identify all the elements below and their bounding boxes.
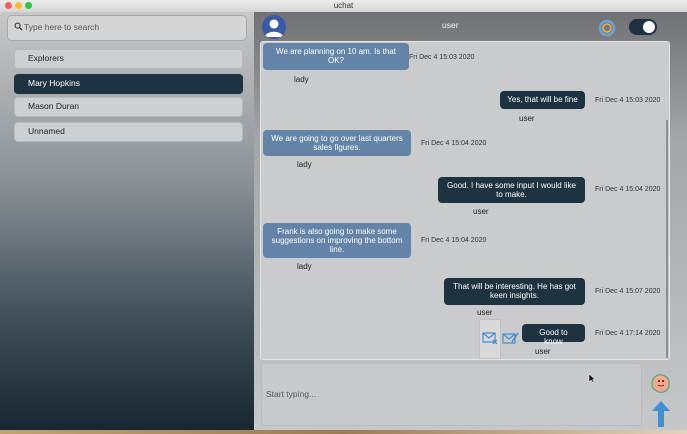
theme-toggle[interactable] [629, 19, 657, 35]
message-sender: lady [297, 160, 312, 169]
message-bubble-incoming: Frank is also going to make some suggest… [263, 223, 411, 258]
search-input[interactable]: Type here to search [7, 15, 247, 41]
search-icon [14, 22, 23, 31]
message-scrollbar[interactable] [666, 120, 668, 358]
app-window: uchat Type here to search Explorers Mary… [0, 0, 687, 434]
message-sender: user [473, 207, 489, 216]
emoji-icon[interactable] [649, 372, 671, 394]
message-input[interactable]: Start typing... [261, 363, 642, 426]
mail-error-icon[interactable] [482, 331, 498, 345]
message-bubble-outgoing: That will be interesting. He has got kee… [444, 278, 585, 305]
window-title: uchat [333, 1, 354, 10]
refresh-icon[interactable] [597, 18, 617, 38]
message-timestamp: Fri Dec 4 15:07 2020 [595, 288, 661, 295]
message-bubble-outgoing: Good to know [522, 324, 585, 346]
message-list[interactable]: We are planning on 10 am. Is that OK? Fr… [260, 41, 670, 360]
message-timestamp: Fri Dec 4 17:14 2020 [595, 330, 661, 337]
message-timestamp: Fri Dec 4 15:04 2020 [421, 140, 487, 147]
send-arrow-icon[interactable] [651, 400, 671, 428]
toggle-knob [643, 21, 655, 33]
desktop-strip [0, 430, 687, 434]
message-input-placeholder: Start typing... [266, 389, 317, 399]
message-bubble-incoming: We are planning on 10 am. Is that OK? [263, 43, 409, 70]
user-avatar-icon[interactable] [262, 15, 286, 39]
message-timestamp: Fri Dec 4 15:04 2020 [595, 186, 661, 193]
message-sender: user [535, 347, 551, 356]
chat-item-label: Mary Hopkins [28, 78, 80, 88]
chat-item-unnamed[interactable]: Unnamed [14, 122, 243, 142]
message-sender: lady [297, 262, 312, 271]
chat-header-name: user [442, 20, 459, 30]
message-timestamp: Fri Dec 4 15:04 2020 [421, 237, 487, 244]
message-timestamp: Fri Dec 4 15:03 2020 [409, 54, 475, 61]
unsent-indicator [479, 319, 501, 359]
message-sender: user [477, 308, 493, 317]
chat-item-label: Mason Duran [28, 101, 80, 111]
chat-panel: user We are planning on 10 am. Is that O… [254, 12, 687, 434]
sidebar: Type here to search Explorers Mary Hopki… [0, 12, 254, 434]
mouse-cursor-icon [588, 373, 596, 383]
mail-edit-icon[interactable] [502, 331, 519, 345]
chat-item-explorers[interactable]: Explorers [14, 49, 243, 69]
message-bubble-incoming: We are going to go over last quarters sa… [263, 130, 411, 156]
message-bubble-outgoing: Good. I have some input I would like to … [438, 177, 585, 203]
chat-item-mason-duran[interactable]: Mason Duran [14, 97, 243, 117]
message-sender: user [519, 114, 535, 123]
chat-item-label: Explorers [28, 53, 64, 63]
chat-item-label: Unnamed [28, 126, 65, 136]
message-sender: lady [294, 75, 309, 84]
search-placeholder: Type here to search [24, 22, 100, 32]
message-timestamp: Fri Dec 4 15:03 2020 [595, 97, 661, 104]
chat-item-mary-hopkins[interactable]: Mary Hopkins [14, 74, 243, 94]
message-bubble-outgoing: Yes, that will be fine [500, 91, 585, 109]
